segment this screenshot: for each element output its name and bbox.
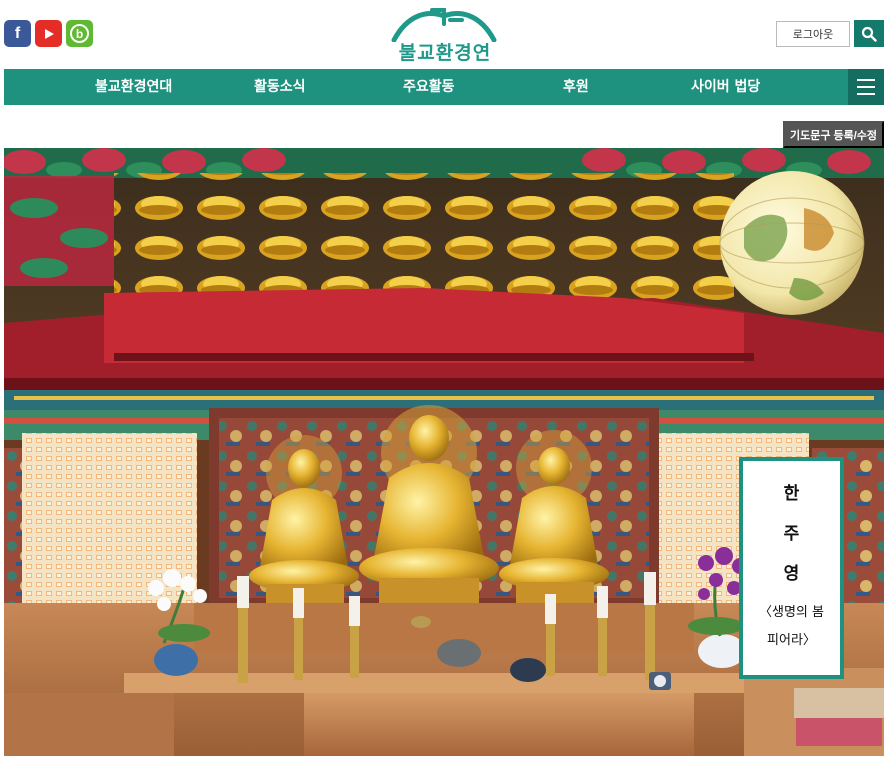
youtube-icon[interactable] [35, 20, 62, 47]
weekly-verse-banner: 한 주 영 〈생명의 봄 피어라〉 [739, 457, 844, 679]
search-icon [861, 26, 877, 42]
nav-item-news[interactable]: 활동소식 [254, 69, 306, 105]
verse-line-2: 주 [783, 524, 800, 544]
site-logo[interactable]: 불교환경연대 [388, 6, 500, 91]
nav-item-cyber-temple[interactable]: 사이버 법당 [691, 69, 760, 105]
nav-item-activities[interactable]: 주요활동 [403, 69, 455, 105]
verse-line-4: 〈생명의 봄 [759, 605, 824, 620]
logout-button[interactable]: 로그아웃 [776, 21, 850, 47]
nav-item-support[interactable]: 후원 [563, 69, 589, 105]
verse-line-5: 피어라〉 [767, 633, 816, 648]
facebook-glyph: f [14, 24, 21, 42]
verse-line-1: 한 [783, 484, 800, 504]
main-nav: 불교환경연대 활동소식 주요활동 후원 사이버 법당 [4, 69, 884, 105]
blog-icon[interactable]: b [66, 20, 93, 47]
temple-altar-image: 한 주 영 〈생명의 봄 피어라〉 [4, 148, 884, 756]
social-links: f b [4, 20, 93, 47]
search-button[interactable] [854, 20, 884, 47]
hamburger-menu-icon[interactable] [848, 69, 884, 105]
blog-glyph: b [70, 24, 89, 43]
play-icon [44, 28, 54, 39]
logo-emblem-icon [391, 8, 497, 43]
prayer-edit-button[interactable]: 기도문구 등록/수정 [783, 121, 884, 148]
verse-line-3: 영 [783, 564, 800, 584]
nav-item-about[interactable]: 불교환경연대 [95, 69, 172, 105]
facebook-icon[interactable]: f [4, 20, 31, 47]
